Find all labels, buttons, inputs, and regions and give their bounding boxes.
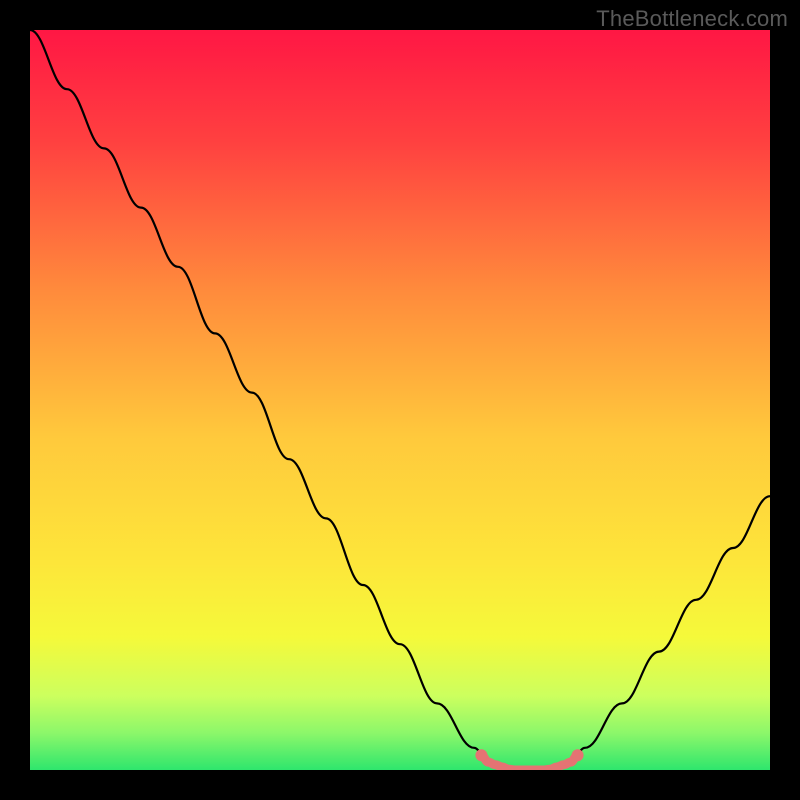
watermark-label: TheBottleneck.com	[596, 6, 788, 32]
background-gradient	[30, 30, 770, 770]
plot-area	[30, 30, 770, 770]
chart-frame: TheBottleneck.com	[0, 0, 800, 800]
